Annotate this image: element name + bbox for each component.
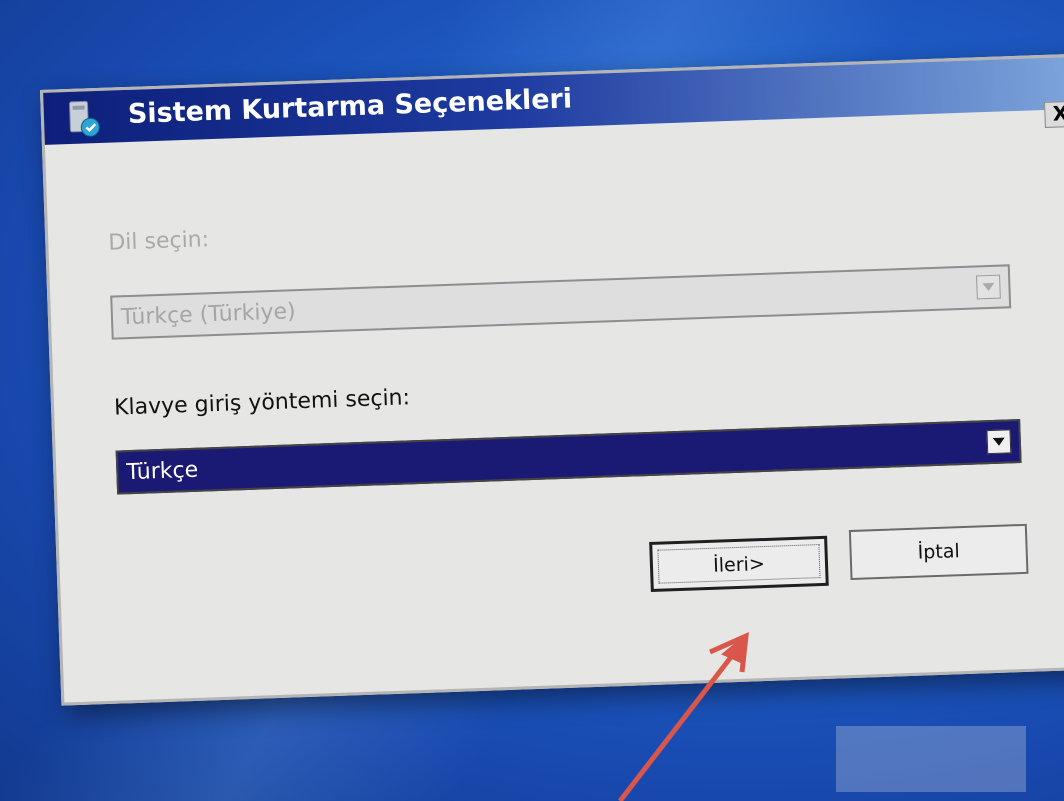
annotation-arrow xyxy=(618,631,749,801)
desktop-background: { "window": { "title": "Sistem Kurtarma … xyxy=(0,0,1064,801)
watermark-overlay xyxy=(836,726,1026,792)
